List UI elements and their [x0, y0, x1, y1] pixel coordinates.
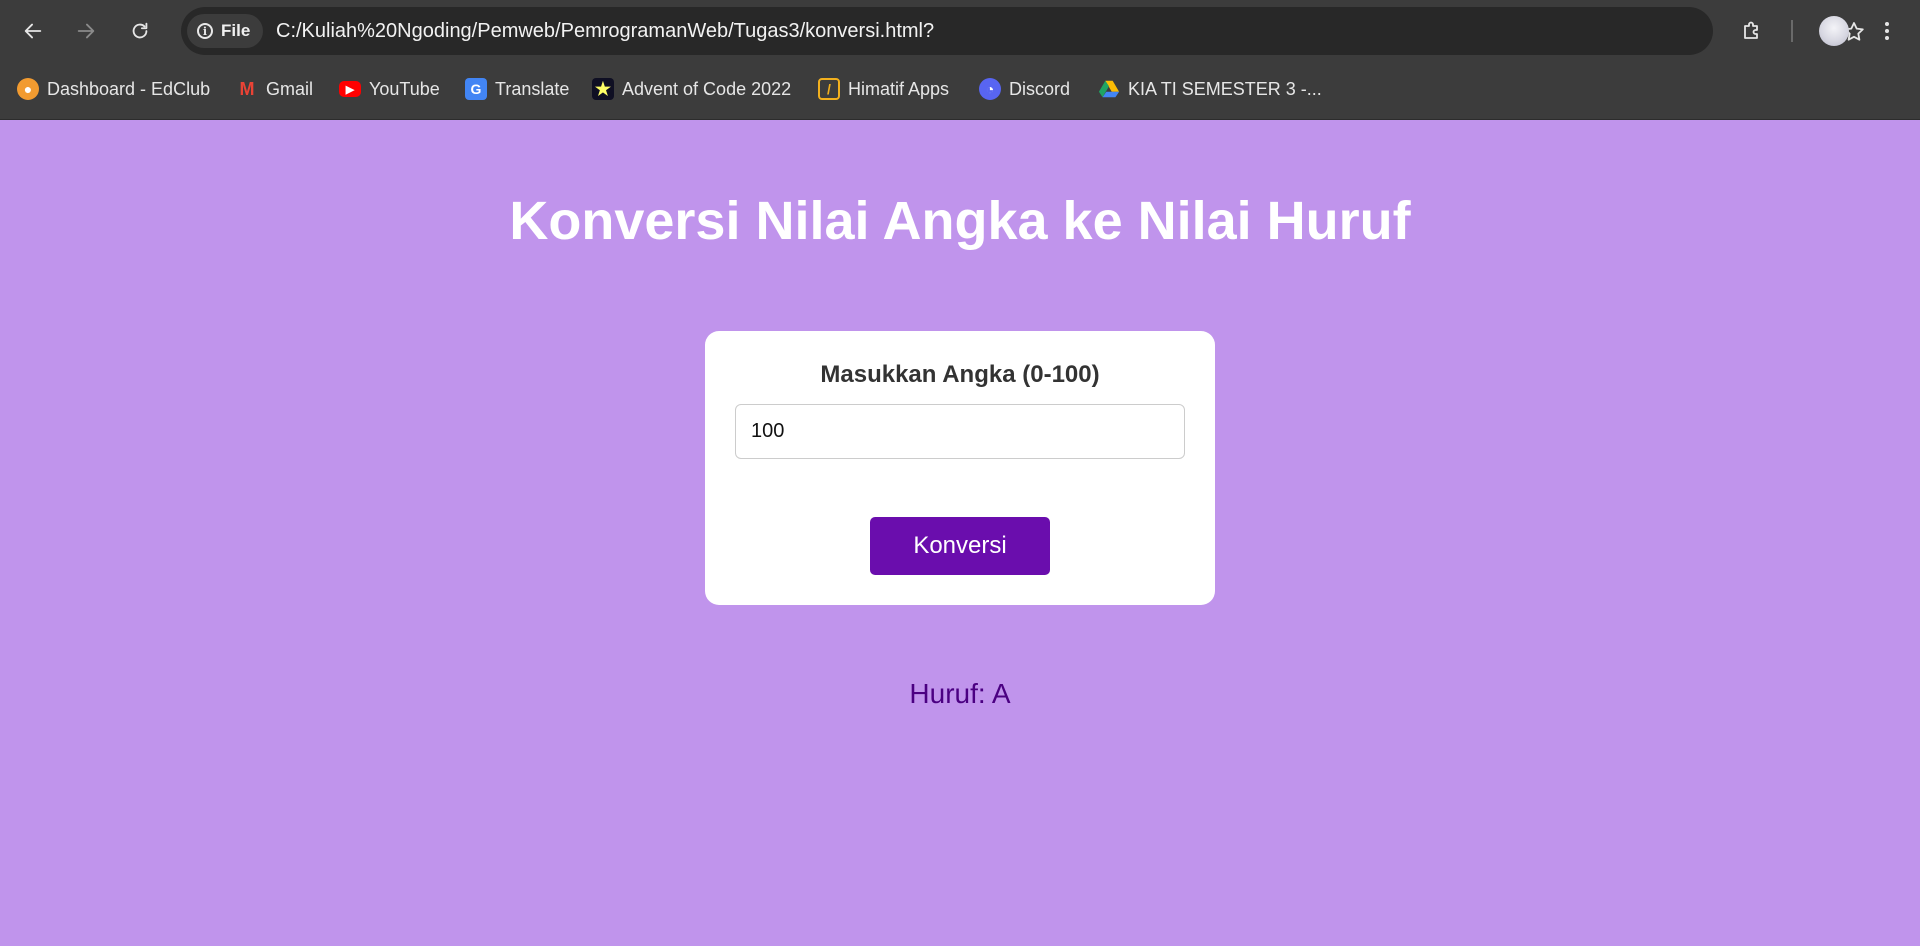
site-info-chip[interactable]: i File [187, 14, 263, 48]
reload-icon [132, 22, 148, 39]
convert-button[interactable]: Konversi [870, 517, 1050, 575]
bookmark-label: Discord [1009, 78, 1071, 99]
extensions-button[interactable] [1734, 13, 1770, 49]
back-button[interactable] [15, 13, 51, 49]
kebab-menu-icon [1885, 22, 1889, 40]
bookmark-label: Dashboard - EdClub [47, 78, 211, 99]
bookmark-translate[interactable]: G Translate [465, 74, 569, 104]
youtube-icon: ▶ [339, 81, 361, 97]
converter-card: Masukkan Angka (0-100) Konversi [705, 331, 1215, 605]
browser-menu-button[interactable] [1870, 13, 1904, 49]
arrow-left-icon [24, 23, 42, 39]
info-icon: i [197, 23, 213, 39]
bookmark-label: KIA TI SEMESTER 3 -... [1128, 78, 1322, 99]
bookmark-edclub[interactable]: ● Dashboard - EdClub [17, 74, 210, 104]
bookmarks-bar: ● Dashboard - EdClub M Gmail ▶ YouTube G… [0, 62, 1920, 120]
bookmark-label: Translate [495, 78, 570, 99]
url-text[interactable]: C:/Kuliah%20Ngoding/Pemweb/PemrogramanWe… [276, 7, 934, 55]
himatif-icon: / [818, 78, 840, 100]
number-input[interactable] [735, 404, 1185, 459]
profile-avatar[interactable] [1819, 16, 1849, 46]
site-chip-label: File [221, 21, 251, 40]
bookmark-youtube[interactable]: ▶ YouTube [339, 74, 440, 104]
input-label: Masukkan Angka (0-100) [820, 361, 1100, 388]
browser-toolbar: i File C:/Kuliah%20Ngoding/Pemweb/Pemrog… [0, 0, 1920, 62]
reload-button[interactable] [122, 13, 158, 49]
discord-icon: ◔ [979, 78, 1001, 100]
forward-button[interactable] [68, 13, 104, 49]
puzzle-icon [1744, 21, 1758, 39]
arrow-right-icon [77, 23, 95, 39]
bookmark-label: Advent of Code 2022 [622, 78, 792, 99]
edclub-icon: ● [17, 78, 39, 100]
bookmark-gmail[interactable]: M Gmail [236, 74, 314, 104]
toolbar-divider [1791, 20, 1793, 42]
bookmark-himatif[interactable]: / Himatif Apps [818, 74, 949, 104]
page-title: Konversi Nilai Angka ke Nilai Huruf [509, 191, 1411, 251]
bookmark-label: Himatif Apps [848, 78, 950, 99]
google-drive-icon [1098, 78, 1120, 100]
bookmark-label: Gmail [266, 78, 314, 99]
address-bar[interactable]: i File C:/Kuliah%20Ngoding/Pemweb/Pemrog… [181, 7, 1864, 55]
gmail-icon: M [239, 78, 255, 99]
bookmark-discord[interactable]: ◔ Discord [979, 74, 1070, 104]
bookmark-label: YouTube [369, 78, 440, 99]
translate-icon: G [465, 78, 487, 100]
bookmark-kia-ti[interactable]: KIA TI SEMESTER 3 -... [1098, 74, 1322, 104]
result-text: Huruf: A [909, 678, 1011, 709]
bookmark-advent-of-code[interactable]: ★ Advent of Code 2022 [592, 74, 791, 104]
advent-of-code-icon: ★ [592, 78, 614, 100]
